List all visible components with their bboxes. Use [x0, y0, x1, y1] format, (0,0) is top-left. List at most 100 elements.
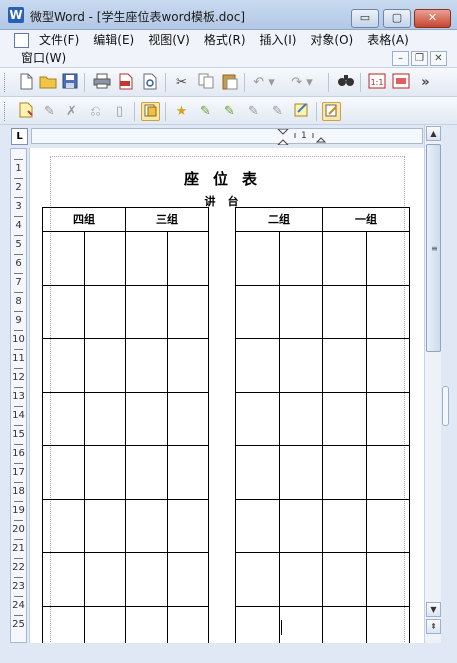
insert-note-icon[interactable]: [16, 102, 35, 121]
seat-cell[interactable]: [367, 446, 410, 499]
close-button[interactable]: ✕: [414, 9, 451, 28]
pencil-3-icon[interactable]: ✎: [244, 102, 263, 121]
copy-icon[interactable]: [196, 73, 215, 92]
seat-cell[interactable]: [236, 392, 280, 445]
seat-table-left[interactable]: 四组 三组: [42, 207, 209, 643]
seat-cell[interactable]: [85, 553, 126, 606]
tab-selector[interactable]: L: [11, 128, 28, 145]
minimize-button[interactable]: ▭: [351, 9, 379, 28]
star-icon[interactable]: ★: [172, 102, 191, 121]
seat-cell[interactable]: [367, 393, 410, 446]
vertical-ruler[interactable]: 1 2 3 4 5 6 7 8 9 10 11 12 13 14 15 16 17 18 19 20 21 22 23 24 2…: [10, 148, 27, 643]
menu-file[interactable]: 文件(F): [32, 32, 86, 49]
seat-cell[interactable]: [85, 392, 126, 445]
print-preview-icon[interactable]: [140, 73, 159, 92]
seat-cell[interactable]: [85, 339, 126, 392]
seat-cell[interactable]: [126, 499, 168, 552]
seat-cell[interactable]: [168, 553, 209, 606]
side-panel-handle[interactable]: [442, 386, 449, 426]
seat-cell[interactable]: [280, 232, 323, 285]
reject-icon[interactable]: ⎌: [86, 102, 105, 121]
scroll-down-button[interactable]: ▼: [426, 602, 441, 617]
menu-object[interactable]: 对象(O): [303, 32, 360, 49]
seat-cell[interactable]: [367, 607, 410, 644]
seat-cell[interactable]: [323, 285, 367, 338]
seat-cell[interactable]: [126, 446, 168, 499]
track-changes-icon[interactable]: [141, 102, 160, 121]
seat-cell[interactable]: [43, 392, 85, 445]
review-icon[interactable]: [322, 102, 341, 121]
document-area[interactable]: 座位表 讲台 四组 三组 二组 一组: [29, 148, 424, 643]
seat-cell[interactable]: [236, 446, 280, 499]
find-icon[interactable]: [336, 73, 355, 92]
seat-cell[interactable]: [43, 499, 85, 552]
seat-cell[interactable]: [280, 553, 323, 606]
seat-cell[interactable]: [280, 499, 323, 552]
menu-view[interactable]: 视图(V): [141, 32, 197, 49]
seat-cell[interactable]: [367, 553, 410, 606]
menu-edit[interactable]: 编辑(E): [86, 32, 141, 49]
seat-cell[interactable]: [323, 606, 367, 643]
seat-cell[interactable]: [367, 286, 410, 339]
scroll-up-button[interactable]: ▲: [426, 126, 441, 141]
edit-icon[interactable]: ✎: [40, 102, 59, 121]
seat-cell[interactable]: [43, 232, 85, 285]
notes-icon[interactable]: [292, 102, 311, 121]
seat-cell[interactable]: [280, 392, 323, 445]
accept-icon[interactable]: ▯: [110, 102, 129, 121]
seat-cell[interactable]: [323, 392, 367, 445]
print-icon[interactable]: [92, 73, 111, 92]
vertical-scrollbar[interactable]: ▲ ≡ ▼ ⇞: [424, 125, 441, 643]
seat-cell[interactable]: [280, 606, 323, 643]
toolbar-grip[interactable]: [4, 102, 7, 121]
seat-cell[interactable]: [126, 285, 168, 338]
seat-cell[interactable]: [323, 446, 367, 499]
previous-page-button[interactable]: ⇞: [426, 619, 441, 634]
seat-cell[interactable]: [236, 499, 280, 552]
seat-cell[interactable]: [168, 232, 209, 285]
menu-format[interactable]: 格式(R): [197, 32, 253, 49]
seat-cell[interactable]: [280, 446, 323, 499]
seat-cell[interactable]: [367, 339, 410, 392]
seat-cell[interactable]: [85, 499, 126, 552]
seat-cell[interactable]: [236, 232, 280, 285]
seat-cell[interactable]: [85, 285, 126, 338]
seat-cell[interactable]: [85, 232, 126, 285]
seat-table-right[interactable]: 二组 一组: [235, 207, 410, 643]
pencil-2-icon[interactable]: ✎: [220, 102, 239, 121]
seat-cell[interactable]: [43, 285, 85, 338]
seat-cell[interactable]: [85, 606, 126, 643]
seat-cell[interactable]: [168, 339, 209, 392]
seat-cell[interactable]: [168, 446, 209, 499]
seat-cell[interactable]: [126, 232, 168, 285]
maximize-button[interactable]: ▢: [383, 9, 411, 28]
seat-cell[interactable]: [236, 339, 280, 392]
save-icon[interactable]: [60, 73, 79, 92]
seat-cell[interactable]: [126, 339, 168, 392]
seat-cell[interactable]: [323, 339, 367, 392]
menu-window[interactable]: 窗口(W): [14, 50, 73, 67]
seat-cell[interactable]: [236, 285, 280, 338]
scroll-thumb[interactable]: ≡: [426, 144, 441, 352]
seat-cell[interactable]: [43, 339, 85, 392]
seat-cell[interactable]: [168, 607, 209, 644]
seat-cell[interactable]: [43, 606, 85, 643]
seat-cell[interactable]: [126, 606, 168, 643]
actual-size-icon[interactable]: 1:1: [367, 73, 386, 92]
menu-table[interactable]: 表格(A): [360, 32, 416, 49]
document-icon[interactable]: [14, 33, 29, 48]
seat-cell[interactable]: [367, 500, 410, 553]
seat-cell[interactable]: [126, 392, 168, 445]
seat-cell[interactable]: [85, 446, 126, 499]
page-view-icon[interactable]: [391, 73, 410, 92]
seat-cell[interactable]: [323, 499, 367, 552]
seat-cell[interactable]: [323, 553, 367, 606]
seat-cell[interactable]: [323, 232, 367, 285]
paste-icon[interactable]: [220, 73, 239, 92]
doc-minimize-button[interactable]: –: [392, 51, 409, 66]
doc-restore-button[interactable]: ❐: [411, 51, 428, 66]
seat-cell[interactable]: [280, 285, 323, 338]
delete-icon[interactable]: ✗: [62, 102, 81, 121]
toolbar-grip[interactable]: [4, 73, 7, 92]
seat-cell[interactable]: [280, 339, 323, 392]
